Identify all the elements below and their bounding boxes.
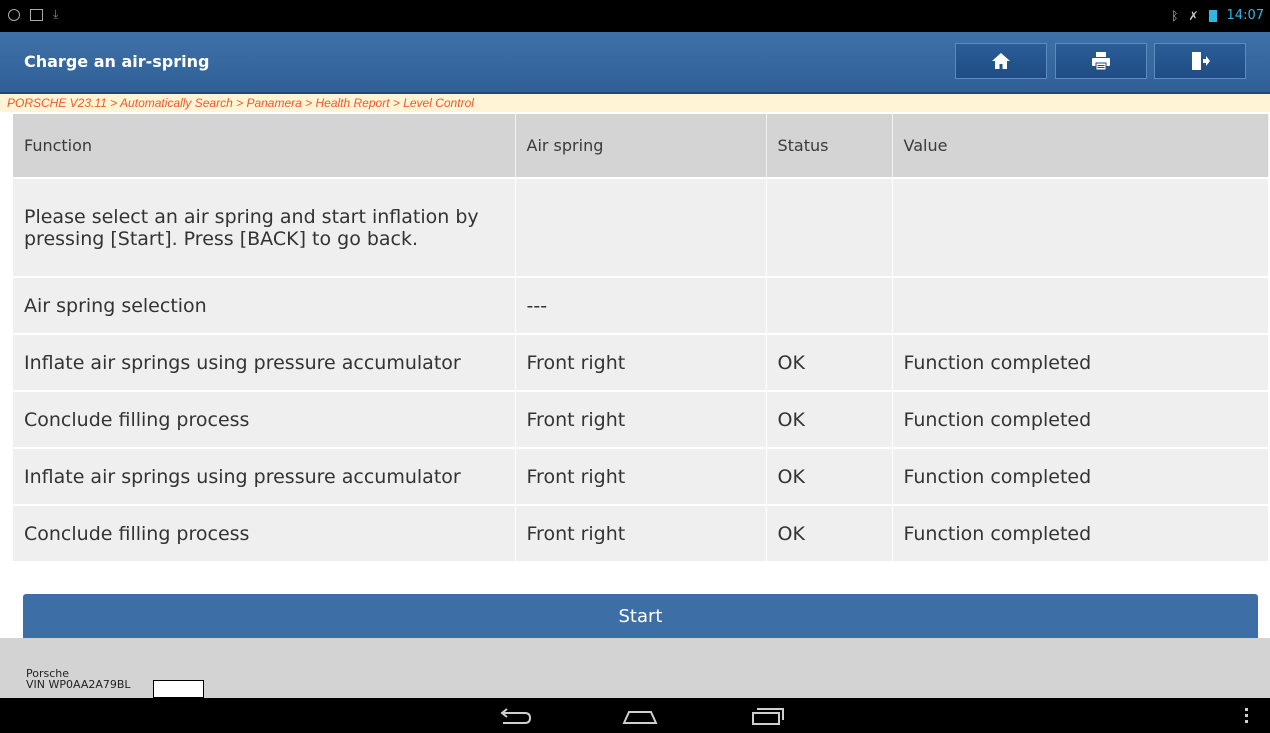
cell-value: Function completed xyxy=(892,391,1269,449)
home-nav-button[interactable] xyxy=(621,706,659,730)
cell-value xyxy=(892,178,1269,278)
vehicle-info-footer: Porsche VIN WP0AA2A79BL xyxy=(0,638,1270,698)
cell-status xyxy=(766,178,893,278)
cell-air-spring: Front right xyxy=(515,505,767,563)
cell-status: OK xyxy=(766,334,893,392)
cell-function: Inflate air springs using pressure accum… xyxy=(13,448,516,506)
cell-value: Function completed xyxy=(892,334,1269,392)
status-bar: ⤓ ᛒ ✗ 14:07 xyxy=(0,0,1270,32)
breadcrumb: PORSCHE V23.11 > Automatically Search > … xyxy=(0,94,1270,112)
recent-apps-button[interactable] xyxy=(750,706,786,730)
overflow-menu-icon[interactable] xyxy=(1245,708,1248,723)
cell-function: Air spring selection xyxy=(13,277,516,335)
home-button[interactable] xyxy=(955,43,1047,79)
table-row[interactable]: Please select an air spring and start in… xyxy=(13,178,1269,278)
exit-button[interactable] xyxy=(1154,43,1246,79)
download-icon: ⤓ xyxy=(53,7,59,21)
cell-air-spring: Front right xyxy=(515,448,767,506)
column-header-function: Function xyxy=(13,114,516,179)
exit-icon xyxy=(1192,52,1210,70)
cell-value: Function completed xyxy=(892,448,1269,506)
navigation-bar xyxy=(0,698,1270,733)
start-button[interactable]: Start xyxy=(23,594,1258,638)
home-icon xyxy=(992,53,1010,69)
function-table: Function Air spring Status Value Please … xyxy=(13,114,1269,563)
table-row[interactable]: Conclude filling process Front right OK … xyxy=(13,391,1269,449)
title-bar: Charge an air-spring xyxy=(0,32,1270,94)
column-header-value: Value xyxy=(892,114,1269,179)
table-row[interactable]: Conclude filling process Front right OK … xyxy=(13,505,1269,563)
print-button[interactable] xyxy=(1055,43,1147,79)
cell-function: Conclude filling process xyxy=(13,505,516,563)
battery-icon xyxy=(1208,9,1217,22)
home-nav-icon xyxy=(622,711,658,724)
cell-function: Inflate air springs using pressure accum… xyxy=(13,334,516,392)
bluetooth-icon: ᛒ xyxy=(1171,8,1179,23)
cell-function: Please select an air spring and start in… xyxy=(13,178,516,278)
recent-apps-icon xyxy=(752,708,784,725)
back-icon xyxy=(500,708,532,724)
cell-value: Function completed xyxy=(892,505,1269,563)
cell-air-spring xyxy=(515,178,767,278)
table-row[interactable]: Air spring selection --- xyxy=(13,277,1269,335)
cell-status: OK xyxy=(766,505,893,563)
cell-value xyxy=(892,277,1269,335)
cell-status: OK xyxy=(766,391,893,449)
table-row[interactable]: Inflate air springs using pressure accum… xyxy=(13,448,1269,506)
cell-air-spring: --- xyxy=(515,277,767,335)
table-header-row: Function Air spring Status Value xyxy=(13,114,1269,179)
print-icon xyxy=(1092,52,1110,71)
cell-air-spring: Front right xyxy=(515,391,767,449)
column-header-status: Status xyxy=(766,114,893,179)
column-header-air-spring: Air spring xyxy=(515,114,767,179)
clock: 14:07 xyxy=(1226,8,1264,23)
vin-label: VIN WP0AA2A79BL xyxy=(26,678,131,691)
vin-redaction-box xyxy=(153,680,204,698)
mute-icon: ✗ xyxy=(1188,8,1199,23)
image-notification-icon xyxy=(30,8,43,21)
cell-air-spring: Front right xyxy=(515,334,767,392)
location-icon xyxy=(5,6,23,23)
page-title: Charge an air-spring xyxy=(24,52,210,71)
cell-function: Conclude filling process xyxy=(13,391,516,449)
cell-status: OK xyxy=(766,448,893,506)
cell-status xyxy=(766,277,893,335)
back-button[interactable] xyxy=(497,706,533,730)
table-row[interactable]: Inflate air springs using pressure accum… xyxy=(13,334,1269,392)
